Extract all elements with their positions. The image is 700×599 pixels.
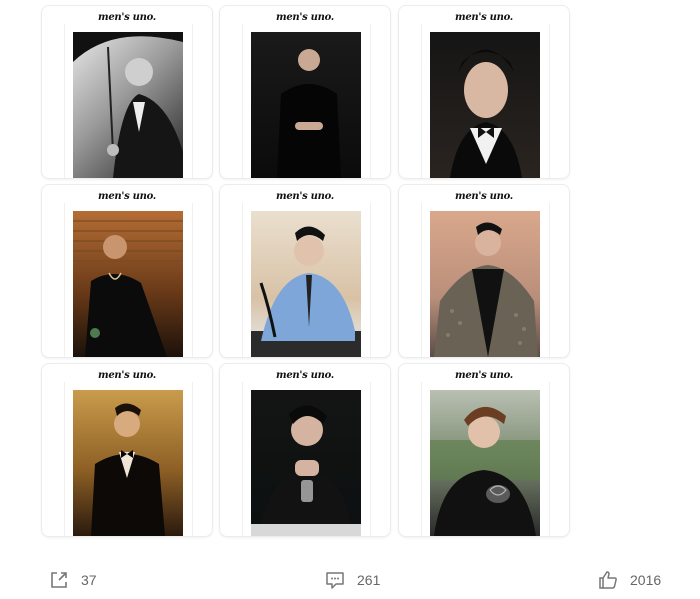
photo-card[interactable]: men's uno. — [41, 363, 213, 537]
comment-count: 261 — [357, 572, 381, 588]
photo-frame — [242, 24, 371, 178]
photo-card[interactable]: men's uno. — [398, 184, 570, 358]
photo-frame — [421, 203, 550, 357]
photo-card[interactable]: men's uno. — [398, 363, 570, 537]
post-action-bar: 37 261 2016 — [0, 560, 700, 599]
photo-man-seated-wood-blinds[interactable] — [73, 211, 183, 357]
comment-icon — [325, 570, 345, 590]
share-button[interactable]: 37 — [49, 568, 97, 592]
photo-man-in-tuxedo-golden[interactable] — [73, 390, 183, 536]
photo-card[interactable]: men's uno. — [219, 184, 391, 358]
photo-card[interactable]: men's uno. — [41, 184, 213, 358]
magazine-logo: men's uno. — [455, 12, 513, 23]
photo-man-with-umbrella[interactable] — [73, 32, 183, 178]
photo-man-in-black-suit[interactable] — [251, 32, 361, 178]
magazine-logo: men's uno. — [455, 191, 513, 202]
magazine-logo: men's uno. — [98, 370, 156, 381]
photo-frame — [64, 203, 193, 357]
photo-man-with-hands-clasped[interactable] — [251, 390, 361, 536]
photo-card[interactable]: men's uno. — [219, 5, 391, 179]
photo-man-in-blue-shirt[interactable] — [251, 211, 361, 357]
photo-frame — [421, 24, 550, 178]
photo-grid: men's uno. men's uno. men's uno. men's u… — [0, 0, 700, 560]
magazine-logo: men's uno. — [98, 12, 156, 23]
magazine-logo: men's uno. — [276, 191, 334, 202]
photo-frame — [64, 24, 193, 178]
photo-frame — [421, 382, 550, 536]
share-icon — [49, 570, 69, 590]
photo-card[interactable]: men's uno. — [219, 363, 391, 537]
like-button[interactable]: 2016 — [598, 568, 661, 592]
comment-button[interactable]: 261 — [325, 568, 380, 592]
thumbs-up-icon — [598, 570, 618, 590]
magazine-logo: men's uno. — [276, 12, 334, 23]
photo-frame — [64, 382, 193, 536]
like-count: 2016 — [630, 572, 662, 588]
photo-frame — [242, 203, 371, 357]
photo-man-in-embroidered-jacket[interactable] — [430, 390, 540, 536]
photo-card[interactable]: men's uno. — [41, 5, 213, 179]
photo-frame — [242, 382, 371, 536]
share-count: 37 — [81, 572, 97, 588]
magazine-logo: men's uno. — [98, 191, 156, 202]
photo-man-with-bow-tie[interactable] — [430, 32, 540, 178]
photo-card[interactable]: men's uno. — [398, 5, 570, 179]
magazine-logo: men's uno. — [455, 370, 513, 381]
photo-man-in-patterned-jacket[interactable] — [430, 211, 540, 357]
magazine-logo: men's uno. — [276, 370, 334, 381]
